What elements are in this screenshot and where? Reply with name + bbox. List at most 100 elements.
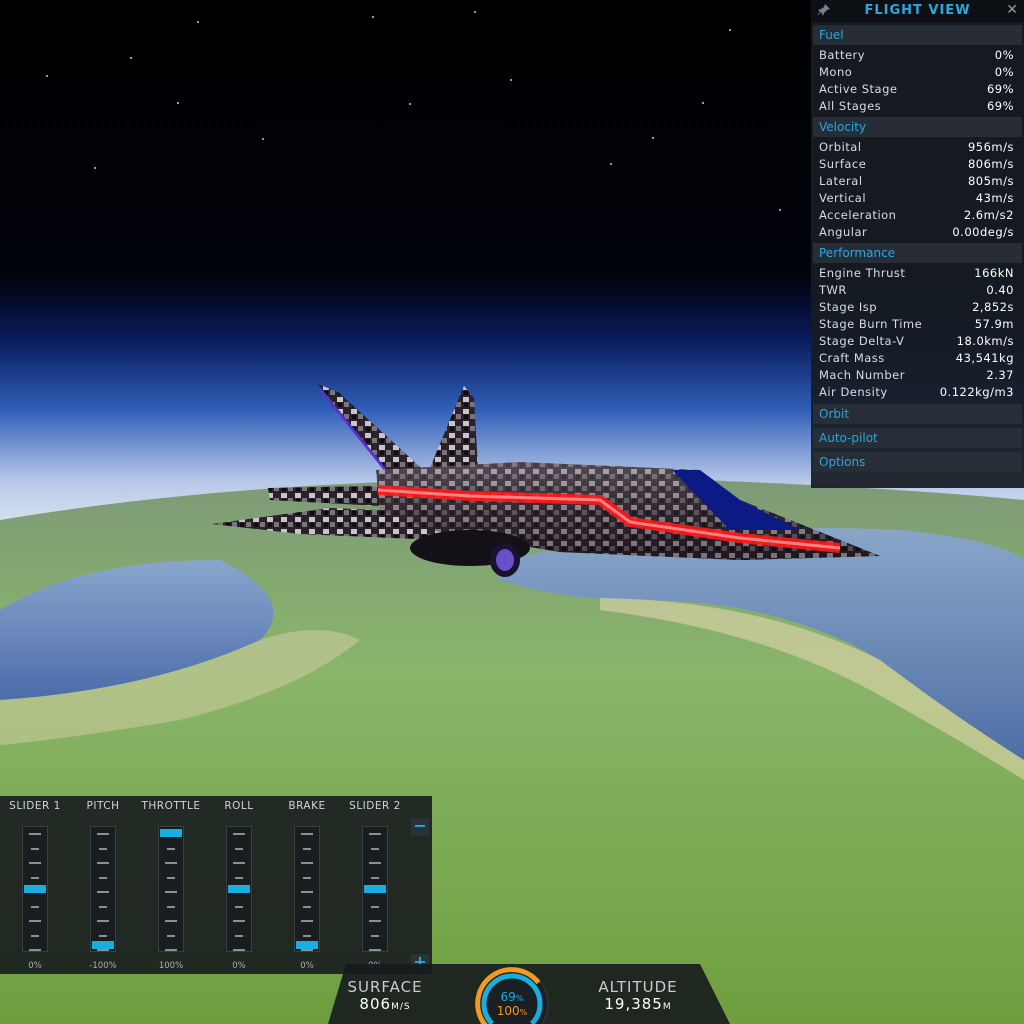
slider-tick — [167, 905, 175, 908]
slider-tick — [167, 876, 175, 879]
performance-row-label: TWR — [819, 283, 847, 297]
velocity-row-value: 43m/s — [975, 191, 1014, 205]
performance-rows: Engine Thrust 166kN TWR 0.40 Stage Isp 2,852s… — [811, 265, 1024, 401]
slider-tick — [235, 847, 243, 850]
slider-tick — [369, 833, 381, 835]
section-performance-header[interactable]: Performance — [813, 243, 1022, 263]
slider-tick — [235, 905, 243, 908]
slider-handle[interactable] — [92, 941, 114, 949]
slider-tick — [165, 862, 177, 864]
plus-button[interactable]: + — [411, 954, 429, 972]
slider-tick — [29, 949, 41, 951]
slider-tick — [371, 847, 379, 850]
fuel-row-label: Active Stage — [819, 82, 898, 96]
fuel-row-value: 0% — [994, 65, 1014, 79]
performance-row: Craft Mass 43,541kg — [811, 350, 1024, 367]
slider-track[interactable] — [158, 826, 184, 952]
slider-track[interactable] — [294, 826, 320, 952]
minus-button[interactable]: − — [411, 818, 429, 836]
slider-value: 0% — [368, 961, 382, 971]
slider-track[interactable] — [22, 826, 48, 952]
altitude-unit: M — [662, 1002, 672, 1012]
flight-view-header: FLIGHT VIEW ✕ — [811, 0, 1024, 22]
slider-value: 0% — [28, 961, 42, 971]
slider-tick — [303, 876, 311, 879]
fuel-row-label: Battery — [819, 48, 866, 62]
performance-row-value: 0.122kg/m3 — [939, 385, 1014, 399]
performance-row: Stage Isp 2,852s — [811, 299, 1024, 316]
slider-tick — [167, 934, 175, 937]
fuel-row: Battery 0% — [811, 47, 1024, 64]
velocity-row-label: Angular — [819, 225, 868, 239]
slider-tick — [165, 891, 177, 893]
slider-tick — [99, 847, 107, 850]
velocity-row: Angular 0.00deg/s — [811, 224, 1024, 241]
performance-row-label: Stage Isp — [819, 300, 878, 314]
slider-value: 0% — [300, 961, 314, 971]
fuel-row-label: All Stages — [819, 99, 882, 113]
fuel-pct-sign: % — [515, 994, 524, 1003]
section-options-header[interactable]: Options — [813, 452, 1022, 472]
velocity-row-label: Orbital — [819, 140, 862, 154]
fuel-row: Active Stage 69% — [811, 81, 1024, 98]
velocity-row-value: 0.00deg/s — [952, 225, 1014, 239]
section-autopilot-header[interactable]: Auto-pilot — [813, 428, 1022, 448]
close-icon[interactable]: ✕ — [1006, 2, 1018, 18]
fuel-row: All Stages 69% — [811, 98, 1024, 115]
performance-row-value: 2,852s — [972, 300, 1014, 314]
velocity-row-value: 806m/s — [967, 157, 1014, 171]
altitude-readout: 19,385M — [586, 995, 690, 1013]
slider-tick — [371, 876, 379, 879]
slider-handle[interactable] — [364, 885, 386, 893]
velocity-row-value: 956m/s — [967, 140, 1014, 154]
velocity-rows: Orbital 956m/s Surface 806m/s Lateral 805m/s V… — [811, 139, 1024, 241]
throttle-value: 100 — [496, 1004, 520, 1018]
velocity-row-label: Lateral — [819, 174, 863, 188]
performance-row-label: Stage Burn Time — [819, 317, 923, 331]
section-fuel-header[interactable]: Fuel — [813, 25, 1022, 45]
slider-tick — [303, 905, 311, 908]
performance-row-label: Craft Mass — [819, 351, 885, 365]
altitude-value: 19,385 — [604, 995, 663, 1013]
velocity-row: Lateral 805m/s — [811, 173, 1024, 190]
slider-tick — [301, 891, 313, 893]
slider-tick — [233, 920, 245, 922]
slider-tick — [99, 876, 107, 879]
fuel-rows: Battery 0% Mono 0% Active Stage 69% All Stages… — [811, 47, 1024, 115]
throttle-pct-sign: % — [519, 1008, 528, 1017]
slider-handle[interactable] — [24, 885, 46, 893]
slider-tick — [29, 862, 41, 864]
velocity-row-value: 2.6m/s2 — [963, 208, 1014, 222]
slider-label: BRAKE — [288, 800, 326, 812]
slider-label: SLIDER 1 — [9, 800, 61, 812]
slider-tick — [371, 934, 379, 937]
performance-row: Stage Burn Time 57.9m — [811, 316, 1024, 333]
slider-track[interactable] — [362, 826, 388, 952]
slider-tick — [301, 920, 313, 922]
performance-row: Stage Delta-V 18.0km/s — [811, 333, 1024, 350]
velocity-row: Acceleration 2.6m/s2 — [811, 207, 1024, 224]
slider-tick — [233, 949, 245, 951]
slider-handle[interactable] — [160, 829, 182, 837]
slider-handle[interactable] — [228, 885, 250, 893]
surface-label: SURFACE — [347, 978, 423, 996]
slider-track[interactable] — [226, 826, 252, 952]
slider-tick — [369, 862, 381, 864]
slider-tick — [369, 949, 381, 951]
slider-track[interactable] — [90, 826, 116, 952]
slider-handle[interactable] — [296, 941, 318, 949]
section-velocity-header[interactable]: Velocity — [813, 117, 1022, 137]
performance-row-label: Mach Number — [819, 368, 905, 382]
performance-row-label: Stage Delta-V — [819, 334, 905, 348]
slider-tick — [371, 905, 379, 908]
slider-value: 100% — [158, 961, 184, 971]
slider-tick — [97, 920, 109, 922]
slider-value: -100% — [89, 961, 117, 971]
fuel-row-value: 69% — [986, 82, 1014, 96]
surface-value: 806 — [359, 995, 392, 1013]
altitude-label: ALTITUDE — [598, 978, 678, 996]
section-orbit-header[interactable]: Orbit — [813, 404, 1022, 424]
slider-tick — [167, 847, 175, 850]
slider-panel: − + SLIDER 1 0% PITCH -100% THROTTLE 100% ROLL… — [0, 796, 432, 974]
velocity-row: Vertical 43m/s — [811, 190, 1024, 207]
